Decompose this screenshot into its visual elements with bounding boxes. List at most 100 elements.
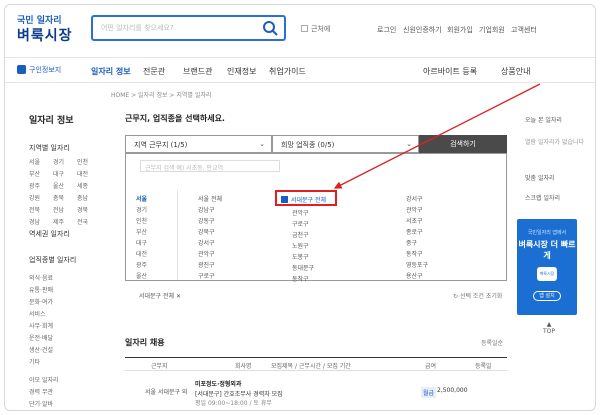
- district-item[interactable]: 구로구: [198, 271, 215, 280]
- nav-talent[interactable]: 인재정보: [227, 66, 256, 77]
- region-link[interactable]: 대전: [77, 169, 101, 178]
- logo[interactable]: 벼룩시장: [17, 25, 73, 45]
- row-title[interactable]: [서대문구] 간호조무사 경력자 모집: [195, 389, 283, 398]
- region-link[interactable]: 제주: [53, 217, 77, 226]
- job-select[interactable]: 희망 업직종 (0/5) ⌄: [272, 135, 419, 153]
- checkbox-checked-icon: [281, 196, 288, 203]
- util-company[interactable]: 기업회원: [479, 25, 505, 35]
- region-link[interactable]: 전국: [77, 217, 101, 226]
- scrap-jobs[interactable]: 스크랩 일자리: [525, 193, 560, 202]
- city-item[interactable]: 서울: [136, 194, 147, 203]
- util-join[interactable]: 회원가입: [447, 25, 473, 35]
- district-item[interactable]: 관악구: [292, 208, 309, 217]
- district-item[interactable]: 종로구: [406, 227, 423, 236]
- nav-register[interactable]: 아르바이트 등록: [423, 66, 477, 77]
- job-link[interactable]: 기타: [29, 357, 40, 366]
- region-link[interactable]: 광주: [29, 181, 53, 190]
- district-item[interactable]: 중구: [406, 238, 417, 247]
- nearby-checkbox[interactable]: 근처에: [301, 24, 330, 34]
- district-item[interactable]: 서초구: [406, 216, 423, 225]
- job-link[interactable]: 사무·회계: [29, 321, 53, 330]
- district-item[interactable]: 관악구: [198, 249, 215, 258]
- district-item[interactable]: 용산구: [406, 271, 423, 280]
- sidebar-region-title[interactable]: 지역별 일자리: [29, 143, 70, 153]
- highlighted-district-option[interactable]: 서대문구 전체: [275, 190, 337, 206]
- region-link[interactable]: 경남: [29, 217, 53, 226]
- job-link[interactable]: 문화·여가: [29, 297, 53, 306]
- district-item[interactable]: 동대문구: [292, 263, 314, 272]
- panel-search-input[interactable]: 근무지 검색 예) 서초동, 판교역: [140, 160, 280, 172]
- district-item[interactable]: 강서구: [198, 238, 215, 247]
- extra-link[interactable]: 이모 일자리: [29, 375, 59, 384]
- nav-specialty[interactable]: 전문관: [143, 66, 165, 77]
- extra-link[interactable]: 단기·알바: [29, 399, 53, 408]
- app-banner[interactable]: 국민일자리 앱에서 벼룩시장 더 빠르게 벼룩시장 앱 설치: [517, 219, 577, 315]
- region-link[interactable]: 전북: [29, 205, 53, 214]
- search-button[interactable]: 검색하기: [419, 135, 507, 153]
- region-link[interactable]: 강원: [29, 193, 53, 202]
- reset-button[interactable]: ↻ 선택 조건 초기화: [453, 291, 502, 300]
- util-login[interactable]: 로그인: [377, 25, 396, 35]
- table-row[interactable]: 서울 서대문구 외 미포정도·정형외과 [서대문구] 간호조무사 경력자 모집 …: [125, 377, 507, 407]
- city-item[interactable]: 광주: [136, 260, 147, 269]
- region-link[interactable]: 울산: [53, 181, 77, 190]
- job-link[interactable]: 서비스: [29, 309, 46, 318]
- city-item[interactable]: 대전: [136, 249, 147, 258]
- search-input[interactable]: 어떤 일자리를 찾으세요?: [101, 23, 174, 33]
- util-verify[interactable]: 신원인증하기: [403, 25, 442, 35]
- recent-jobs[interactable]: 오늘 본 일자리: [525, 115, 562, 124]
- district-item[interactable]: 구로구: [292, 219, 309, 228]
- selected-tag[interactable]: 서대문구 전체 ✕: [139, 291, 181, 300]
- district-item[interactable]: 금천구: [292, 230, 309, 239]
- sidebar-job-title[interactable]: 업직종별 일자리: [29, 255, 76, 265]
- region-link[interactable]: 세종: [77, 181, 101, 190]
- region-link[interactable]: 인천: [77, 157, 101, 166]
- region-link[interactable]: 충북: [53, 193, 77, 202]
- city-item[interactable]: 부산: [136, 227, 147, 236]
- sort-select[interactable]: 등록일순: [481, 338, 503, 347]
- city-item[interactable]: 인천: [136, 216, 147, 225]
- util-help[interactable]: 고객센터: [511, 25, 537, 35]
- district-item[interactable]: 광진구: [198, 260, 215, 269]
- city-item[interactable]: 울산: [136, 271, 147, 280]
- district-item[interactable]: 영등포구: [406, 260, 428, 269]
- custom-jobs[interactable]: 맞춤 일자리: [525, 173, 555, 182]
- job-link[interactable]: 유통·판매: [29, 285, 53, 294]
- city-item[interactable]: 경기: [136, 205, 147, 214]
- district-item[interactable]: 강남구: [198, 205, 215, 214]
- search-box[interactable]: 어떤 일자리를 찾으세요?: [91, 15, 286, 41]
- job-link[interactable]: 운전·배달: [29, 333, 53, 342]
- install-button[interactable]: 앱 설치: [533, 291, 561, 301]
- region-link[interactable]: 경기: [53, 157, 77, 166]
- region-grid: 서울 경기 인천 부산 대구 대전 광주 울산 세종 강원 충북 충남 전북 전…: [29, 157, 101, 226]
- region-link[interactable]: 경북: [77, 205, 101, 214]
- nav-brand[interactable]: 구인정보지: [17, 65, 61, 75]
- nav-job-info[interactable]: 일자리 정보: [91, 66, 131, 77]
- region-select[interactable]: 지역 근무지 (1/5) ⌄: [125, 135, 272, 153]
- search-icon[interactable]: [262, 20, 278, 36]
- district-item[interactable]: 강북구: [198, 227, 215, 236]
- region-link[interactable]: 서울: [29, 157, 53, 166]
- extra-link[interactable]: 경력 무관: [29, 387, 53, 396]
- district-item[interactable]: 도봉구: [292, 252, 309, 261]
- district-item[interactable]: 강동구: [198, 216, 215, 225]
- region-link[interactable]: 전남: [53, 205, 77, 214]
- sidebar-station-title[interactable]: 역세권 일자리: [29, 229, 70, 239]
- district-item[interactable]: 동작구: [292, 274, 309, 283]
- top-button[interactable]: ▲ TOP: [543, 321, 555, 335]
- city-item[interactable]: 대구: [136, 238, 147, 247]
- district-item[interactable]: 동작구: [406, 249, 423, 258]
- job-link[interactable]: 외식·음료: [29, 273, 53, 282]
- nav-brand-hall[interactable]: 브랜드관: [183, 66, 212, 77]
- district-item[interactable]: 노원구: [292, 241, 309, 250]
- region-link[interactable]: 충남: [77, 193, 101, 202]
- region-link[interactable]: 대구: [53, 169, 77, 178]
- job-link[interactable]: 생산·건설: [29, 345, 53, 354]
- district-item[interactable]: 강서구: [406, 194, 423, 203]
- nav-products[interactable]: 상품안내: [501, 66, 530, 77]
- district-item[interactable]: 관악구: [406, 205, 423, 214]
- district-item[interactable]: 서울 전체: [198, 194, 222, 203]
- region-link[interactable]: 부산: [29, 169, 53, 178]
- nav-guide[interactable]: 취업가이드: [269, 66, 306, 77]
- row-company[interactable]: 미포정도·정형외과: [195, 379, 241, 388]
